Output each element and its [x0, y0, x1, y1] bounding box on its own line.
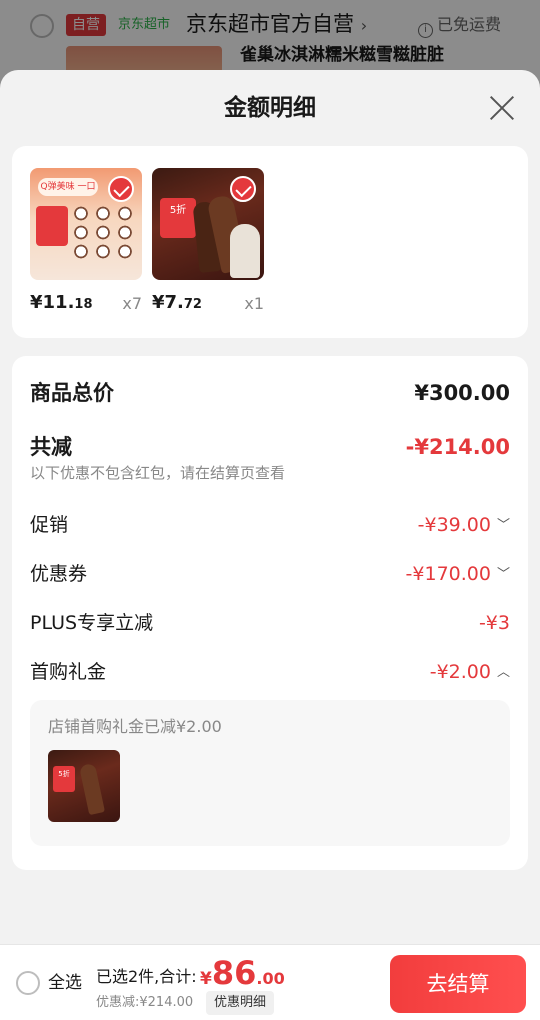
promotion-amount: -¥39.00: [417, 514, 491, 536]
first-purchase-amount: -¥2.00: [429, 661, 491, 683]
price-main: ¥11.: [30, 292, 75, 313]
product-thumbnail: 5折: [48, 750, 120, 822]
product-image: Q弹美味 一口: [30, 168, 142, 280]
products-card: Q弹美味 一口 ¥11.18 x7 5折 ¥7.72 x1: [12, 146, 528, 338]
checkmark-icon: [230, 176, 256, 202]
product-image-figure: [230, 224, 260, 278]
product-price: ¥11.18: [30, 290, 93, 318]
product-image-promo: 5折: [160, 198, 196, 238]
checkout-button[interactable]: 去结算: [390, 955, 526, 1013]
total-integer: 86: [211, 954, 257, 992]
product-item[interactable]: Q弹美味 一口 ¥11.18 x7: [30, 168, 142, 313]
close-icon[interactable]: [486, 92, 518, 124]
promotion-label: 促销: [30, 514, 69, 536]
checkmark-icon: [108, 176, 134, 202]
plus-discount-value: -¥3: [478, 612, 510, 634]
selected-count: 已选2件,合计:: [96, 967, 197, 986]
price-decimal: 72: [183, 297, 202, 312]
discount-note: 以下优惠不包含红包，请在结算页查看: [30, 464, 286, 482]
coupon-label: 优惠券: [30, 563, 88, 585]
product-image-bar: [78, 762, 106, 816]
product-image-badge: Q弹美味 一口: [38, 178, 98, 196]
price-decimal: 18: [74, 297, 93, 312]
discount-detail-button[interactable]: 优惠明细: [206, 991, 275, 1015]
price-main: ¥7.: [152, 292, 184, 313]
saved-amount: 优惠减:¥214.00: [96, 995, 194, 1010]
currency-symbol: ¥: [200, 969, 212, 989]
plus-discount-label: PLUS专享立减: [30, 612, 154, 634]
product-image: 5折: [152, 168, 264, 280]
select-all-radio[interactable]: [16, 971, 40, 995]
chevron-down-icon: ﹀: [496, 567, 510, 582]
product-image-promo: 5折: [53, 766, 75, 792]
chevron-up-icon: ︿: [496, 665, 510, 680]
first-purchase-value: -¥2.00 ︿: [430, 657, 510, 688]
product-price: ¥7.72: [152, 290, 202, 318]
total-reduce-value: -¥214.00: [405, 435, 510, 459]
total-decimal: .00: [256, 969, 285, 988]
total-price-label: 商品总价: [30, 381, 114, 405]
amount-detail-card: 商品总价 ¥300.00 共减 -¥214.00 以下优惠不包含红包，请在结算页…: [12, 356, 528, 870]
first-purchase-detail-text: 店铺首购礼金已减¥2.00: [48, 717, 222, 736]
amount-detail-sheet: 金额明细 Q弹美味 一口 ¥11.18 x7 5折 ¥7.72 x1 商品总价 …: [0, 70, 540, 1020]
first-purchase-label: 首购礼金: [30, 661, 107, 683]
total-price-value: ¥300.00: [414, 381, 510, 405]
chevron-down-icon: ﹀: [496, 518, 510, 533]
product-quantity: x1: [244, 294, 264, 313]
first-purchase-detail: 店铺首购礼金已减¥2.00 5折: [30, 700, 510, 846]
product-image-grid: [70, 204, 136, 260]
sheet-title: 金额明细: [224, 95, 316, 121]
checkout-bar: 全选 已选2件,合计: ¥86.00 优惠减:¥214.00 优惠明细 去结算: [0, 944, 540, 1020]
total-reduce-label: 共减: [30, 435, 72, 459]
product-quantity: x7: [122, 294, 142, 313]
product-item[interactable]: 5折 ¥7.72 x1: [152, 168, 264, 313]
coupon-value: -¥170.00 ﹀: [406, 559, 510, 590]
product-image-tag: [36, 206, 68, 246]
coupon-amount: -¥170.00: [405, 563, 491, 585]
promotion-value: -¥39.00 ﹀: [418, 510, 510, 541]
select-all-label[interactable]: 全选: [48, 969, 82, 997]
